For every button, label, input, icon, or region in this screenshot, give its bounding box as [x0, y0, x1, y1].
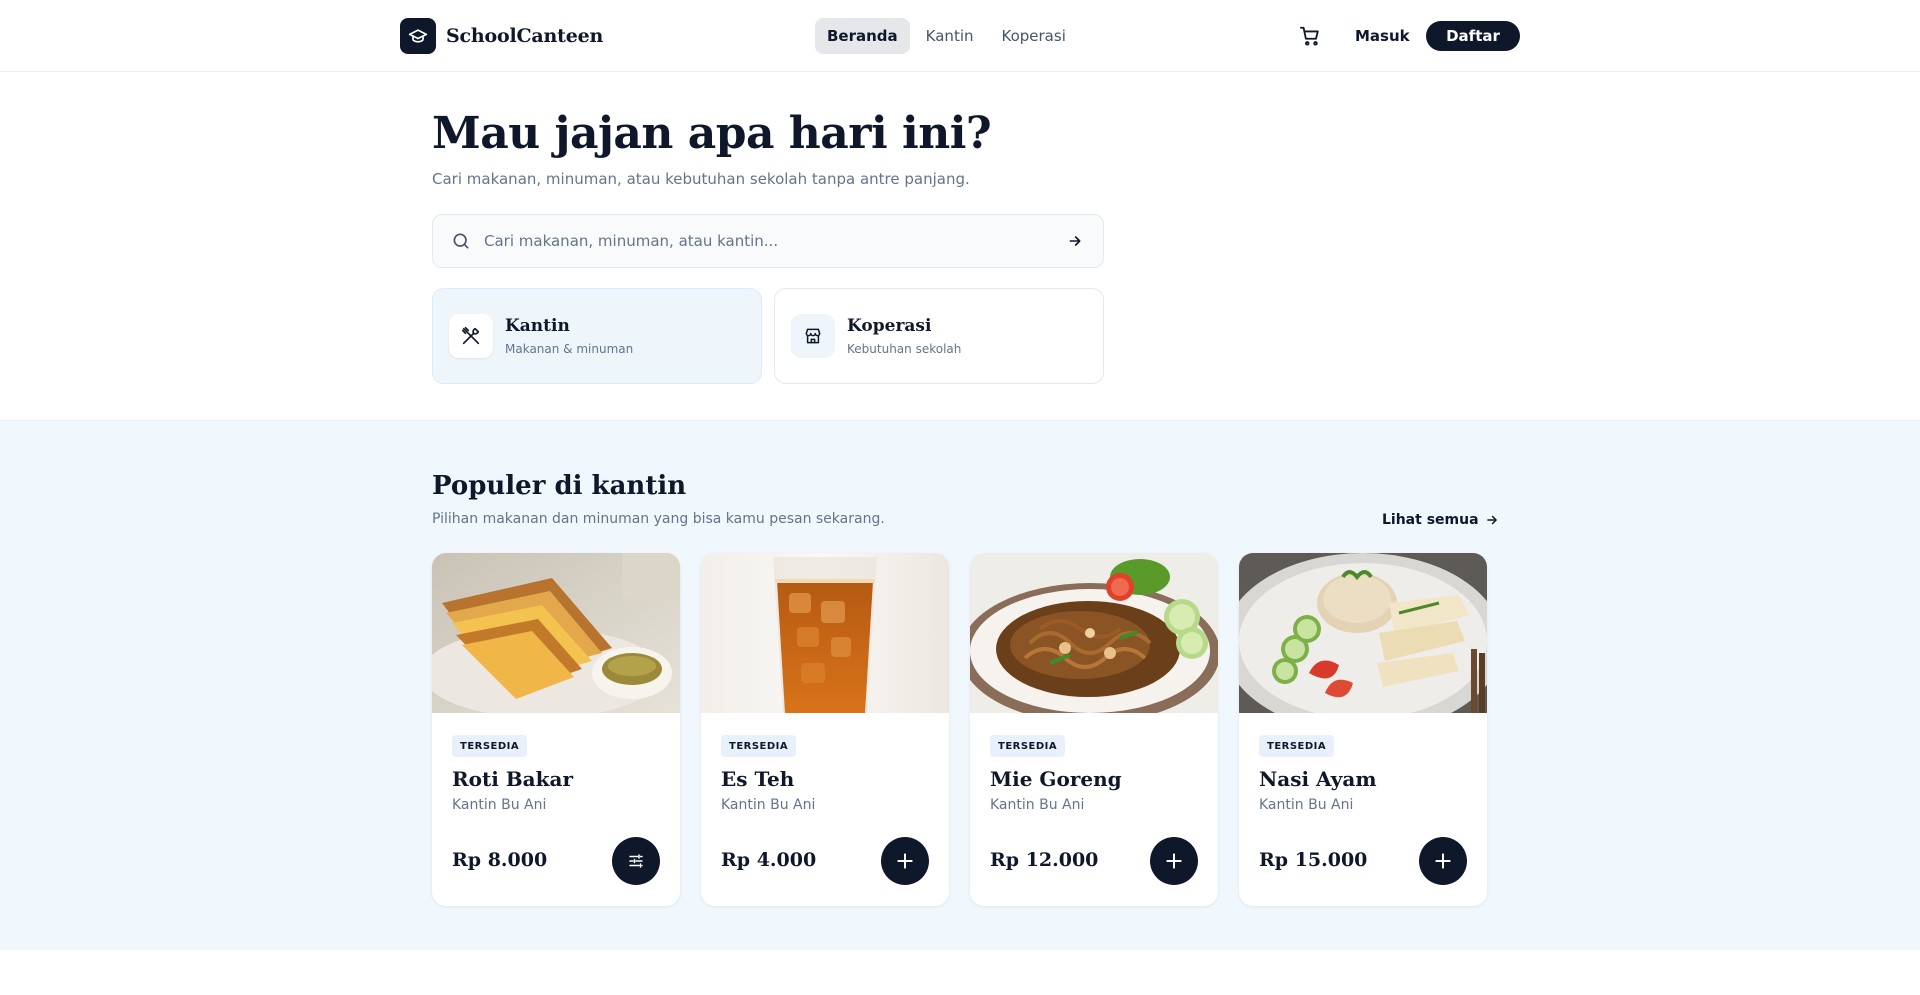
- product-price: Rp 8.000: [452, 849, 548, 871]
- product-name: Es Teh: [721, 767, 795, 791]
- product-list: TERSEDIA Roti Bakar Kantin Bu Ani Rp 8.0…: [432, 553, 1487, 906]
- hero-subtitle: Cari makanan, minuman, atau kebutuhan se…: [432, 170, 970, 188]
- popular-section: Populer di kantin Pilihan makanan dan mi…: [0, 420, 1920, 950]
- category-title: Koperasi: [847, 316, 932, 336]
- category-kantin[interactable]: Kantin Makanan & minuman: [432, 288, 762, 384]
- category-desc: Kebutuhan sekolah: [847, 342, 962, 356]
- section-title: Populer di kantin: [432, 471, 687, 501]
- sliders-icon: [629, 854, 643, 868]
- search-submit-button[interactable]: [1057, 223, 1093, 259]
- product-name: Mie Goreng: [990, 767, 1122, 791]
- mie-goreng-image: [970, 553, 1218, 713]
- cart-button[interactable]: [1297, 23, 1323, 49]
- arrow-right-icon: [1486, 515, 1497, 525]
- product-card[interactable]: TERSEDIA Roti Bakar Kantin Bu Ani Rp 8.0…: [432, 553, 680, 906]
- search-bar: [432, 214, 1104, 268]
- section-subtitle: Pilihan makanan dan minuman yang bisa ka…: [432, 511, 885, 527]
- brand[interactable]: SchoolCanteen: [400, 18, 603, 54]
- product-name: Roti Bakar: [452, 767, 573, 791]
- product-shop: Kantin Bu Ani: [990, 797, 1085, 813]
- graduation-cap-icon: [400, 18, 436, 54]
- nasi-ayam-image: [1239, 553, 1487, 713]
- add-to-cart-button[interactable]: [881, 837, 929, 885]
- search-input[interactable]: [484, 215, 1057, 267]
- category-title: Kantin: [505, 316, 570, 336]
- site-header: SchoolCanteen Beranda Kantin Koperasi Ma…: [0, 0, 1920, 72]
- login-button[interactable]: Masuk: [1343, 20, 1422, 52]
- nav-item-koperasi[interactable]: Koperasi: [990, 18, 1078, 54]
- product-price: Rp 15.000: [1259, 849, 1368, 871]
- product-card[interactable]: TERSEDIA Mie Goreng Kantin Bu Ani Rp 12.…: [970, 553, 1218, 906]
- product-shop: Kantin Bu Ani: [721, 797, 816, 813]
- see-all-link[interactable]: Lihat semua: [1382, 509, 1499, 531]
- main-nav: Beranda Kantin Koperasi: [815, 18, 1078, 54]
- plus-icon: [897, 853, 913, 869]
- cart-icon: [1299, 26, 1319, 46]
- roti-bakar-image: [432, 553, 680, 713]
- brand-name: SchoolCanteen: [446, 25, 604, 47]
- status-badge: TERSEDIA: [990, 735, 1066, 757]
- plus-icon: [1166, 853, 1182, 869]
- plus-icon: [1435, 853, 1451, 869]
- nav-item-kantin[interactable]: Kantin: [914, 18, 986, 54]
- product-name: Nasi Ayam: [1259, 767, 1377, 791]
- search-icon: [450, 230, 472, 252]
- nav-item-beranda[interactable]: Beranda: [815, 18, 910, 54]
- add-to-cart-button[interactable]: [1419, 837, 1467, 885]
- register-button[interactable]: Daftar: [1426, 21, 1520, 51]
- product-shop: Kantin Bu Ani: [452, 797, 547, 813]
- utensils-icon: [449, 314, 493, 358]
- category-koperasi[interactable]: Koperasi Kebutuhan sekolah: [774, 288, 1104, 384]
- customize-button[interactable]: [612, 837, 660, 885]
- add-to-cart-button[interactable]: [1150, 837, 1198, 885]
- product-card[interactable]: TERSEDIA Es Teh Kantin Bu Ani Rp 4.000: [701, 553, 949, 906]
- status-badge: TERSEDIA: [452, 735, 528, 757]
- es-teh-image: [701, 553, 949, 713]
- product-price: Rp 12.000: [990, 849, 1099, 871]
- status-badge: TERSEDIA: [721, 735, 797, 757]
- category-desc: Makanan & minuman: [505, 342, 634, 356]
- arrow-right-icon: [1069, 236, 1081, 246]
- see-all-label: Lihat semua: [1382, 512, 1479, 528]
- product-price: Rp 4.000: [721, 849, 817, 871]
- store-icon: [791, 314, 835, 358]
- status-badge: TERSEDIA: [1259, 735, 1335, 757]
- product-shop: Kantin Bu Ani: [1259, 797, 1354, 813]
- product-card[interactable]: TERSEDIA Nasi Ayam Kantin Bu Ani Rp 15.0…: [1239, 553, 1487, 906]
- hero-title: Mau jajan apa hari ini?: [432, 108, 992, 159]
